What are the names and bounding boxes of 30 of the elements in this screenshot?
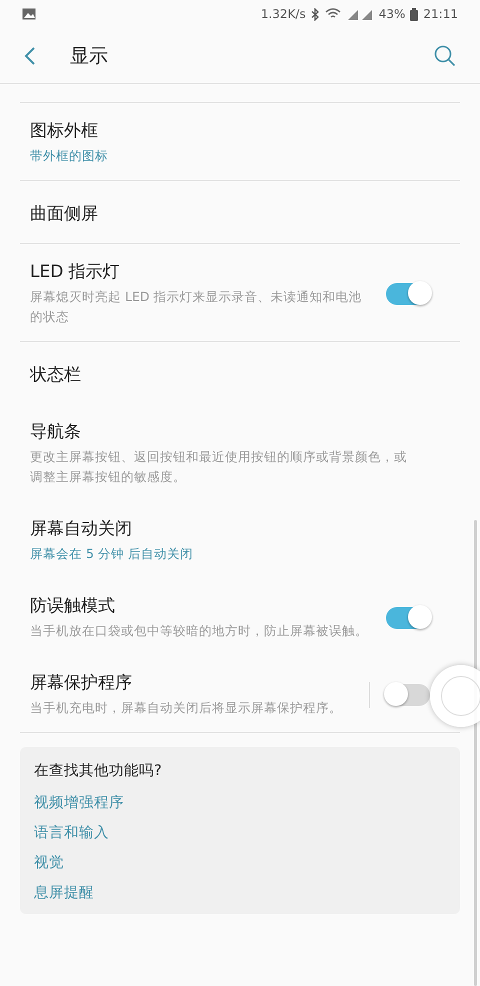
bluetooth-icon bbox=[310, 8, 320, 20]
setting-summary: 当手机充电时，屏幕自动关闭后将显示屏幕保护程序。 bbox=[30, 699, 343, 717]
setting-summary: 当手机放在口袋或包中等较暗的地方时，防止屏幕被误触。 bbox=[30, 622, 369, 640]
battery-icon bbox=[410, 8, 418, 20]
card-title: 在查找其他功能吗? bbox=[34, 762, 163, 780]
setting-summary: 屏幕会在 5 分钟 后自动关闭 bbox=[30, 545, 194, 563]
battery-level: 43% bbox=[378, 7, 406, 21]
setting-summary: 更改主屏幕按钮、返回按钮和最近使用按钮的顺序或背景颜色，或调整主屏幕按钮的敏感度。 bbox=[30, 448, 408, 486]
setting-title[interactable]: 图标外框 bbox=[30, 119, 416, 142]
setting-summary: 带外框的图标 bbox=[30, 147, 109, 165]
page-title: 显示 bbox=[70, 44, 108, 68]
setting-title[interactable]: 屏幕自动关闭 bbox=[30, 517, 416, 540]
wifi-icon bbox=[324, 8, 341, 20]
toggle-switch[interactable] bbox=[386, 282, 430, 304]
setting-summary: 屏幕熄灭时亮起 LED 指示灯来显示录音、未读通知和电池的状态 bbox=[30, 288, 362, 326]
setting-title[interactable]: LED 指示灯 bbox=[30, 260, 372, 283]
setting-title[interactable]: 防误触模式 bbox=[30, 594, 372, 617]
toggle-switch[interactable] bbox=[386, 606, 430, 628]
setting-title[interactable]: 曲面侧屏 bbox=[30, 202, 416, 224]
clock: 21:11 bbox=[423, 7, 458, 21]
signal-icon bbox=[346, 8, 374, 20]
setting-title[interactable]: 屏幕保护程序 bbox=[30, 671, 355, 694]
network-speed: 1.32K/s bbox=[260, 7, 306, 21]
search-icon bbox=[434, 44, 456, 66]
setting-title[interactable]: 状态栏 bbox=[30, 362, 416, 386]
floating-button[interactable] bbox=[430, 665, 480, 727]
back-icon bbox=[24, 46, 36, 66]
setting-title[interactable]: 导航条 bbox=[30, 420, 416, 443]
image-icon bbox=[22, 8, 36, 20]
toggle-switch[interactable] bbox=[386, 684, 430, 706]
